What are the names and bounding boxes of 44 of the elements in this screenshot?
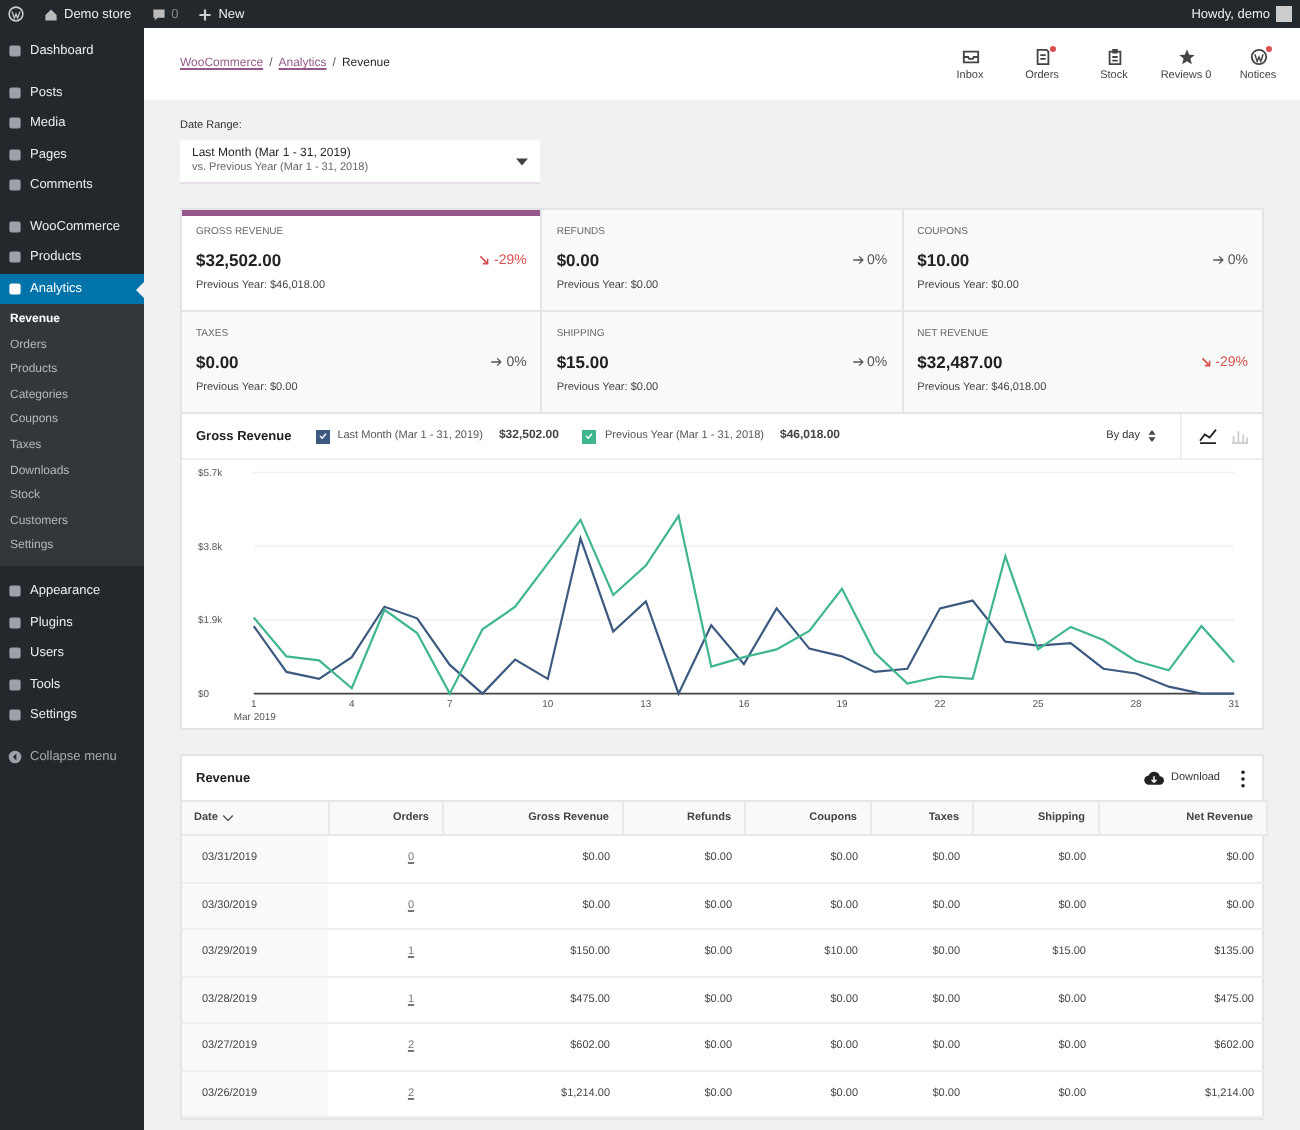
caret-icon — [516, 157, 528, 165]
menu-item-icon — [8, 250, 22, 265]
sort-chevron-icon — [221, 813, 234, 822]
comment-bubble-icon[interactable] — [151, 7, 166, 21]
menu-item-icon — [8, 615, 22, 630]
menu-item-icon — [8, 178, 22, 193]
metric-value: $32,487.00 — [917, 352, 1003, 372]
document-icon — [1033, 47, 1051, 65]
bar-chart-toggle[interactable] — [1230, 428, 1250, 444]
menu-item-icon — [8, 281, 22, 296]
menu-item-icon — [8, 44, 22, 59]
arrow-right-icon — [851, 254, 864, 266]
up-down-caret-icon — [1148, 430, 1156, 442]
menu-item-icon — [8, 85, 22, 100]
metric-value: $0.00 — [556, 250, 600, 270]
legend-checkbox[interactable] — [582, 429, 597, 443]
metric-value: $0.00 — [196, 352, 239, 372]
arrow-right-icon — [1211, 254, 1224, 266]
arrow-right-icon — [851, 356, 864, 368]
metric-value: $10.00 — [917, 250, 970, 270]
star-icon — [1177, 47, 1195, 65]
cloud-download-icon — [1143, 770, 1164, 786]
line-chart-toggle[interactable] — [1198, 428, 1218, 444]
arrow-down-right-icon — [477, 254, 490, 266]
inbox-icon — [961, 47, 979, 65]
menu-item-icon — [8, 147, 22, 162]
clipboard-icon — [1105, 47, 1123, 65]
menu-item-icon — [8, 677, 22, 692]
metric-value: $15.00 — [556, 352, 609, 372]
more-options-icon[interactable] — [1240, 769, 1246, 787]
menu-item-icon — [8, 708, 22, 723]
wordpress-logo-icon — [1249, 47, 1267, 65]
wordpress-logo-icon[interactable] — [8, 6, 24, 22]
menu-item-icon — [8, 219, 22, 234]
home-icon[interactable] — [44, 7, 58, 21]
collapse-arrow-icon — [8, 749, 22, 764]
arrow-right-icon — [490, 356, 503, 368]
plus-icon[interactable] — [198, 7, 213, 21]
menu-item-icon — [8, 584, 22, 599]
menu-item-icon — [8, 646, 22, 661]
metric-value: $32,502.00 — [196, 250, 282, 270]
arrow-down-right-icon — [1199, 356, 1212, 368]
legend-checkbox[interactable] — [315, 429, 330, 443]
menu-item-icon — [8, 116, 22, 131]
